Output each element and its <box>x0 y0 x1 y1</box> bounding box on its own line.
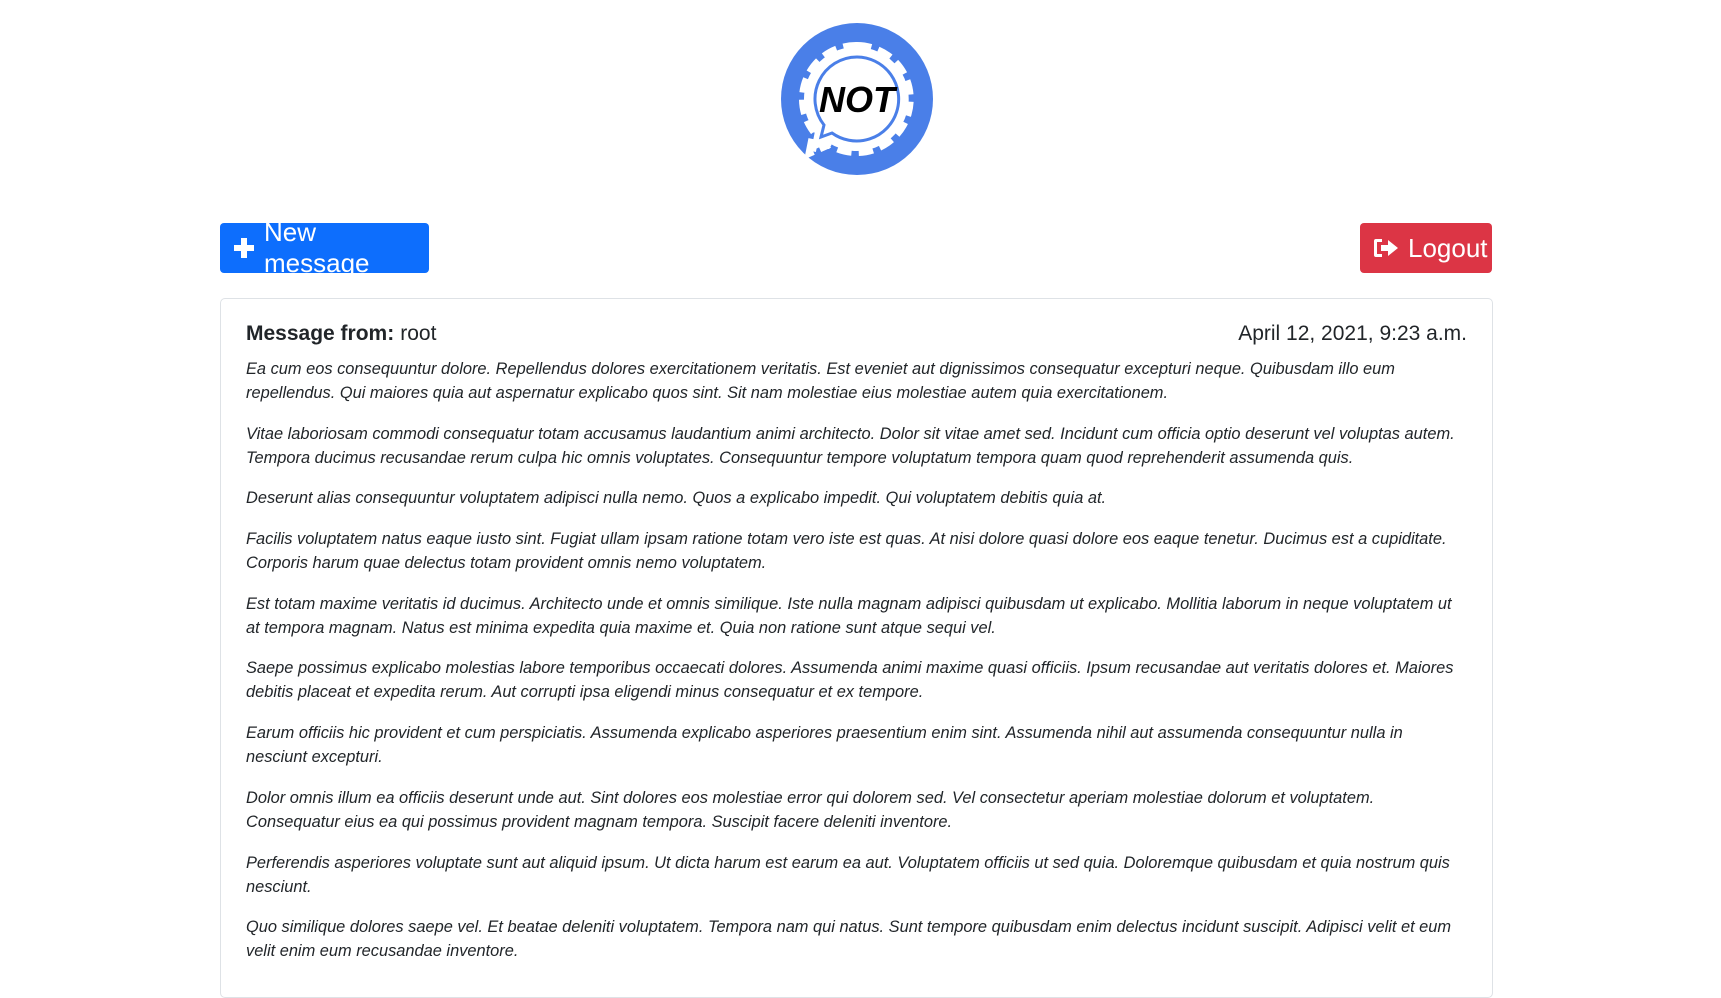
message-paragraph: Deserunt alias consequuntur voluptatem a… <box>246 489 1107 508</box>
new-message-label: New message <box>264 217 370 278</box>
sign-out-icon <box>1373 237 1399 259</box>
message-header: Message from: root April 12, 2021, 9:23 a… <box>246 319 1467 349</box>
message-paragraph: Saepe possimus explicabo molestias labor… <box>246 659 1454 702</box>
message-paragraph: Quo similique dolores saepe vel. Et beat… <box>246 918 1452 961</box>
message-paragraph: Perferendis asperiores voluptate sunt au… <box>246 853 1450 896</box>
message-paragraph: Est totam maxime veritatis id ducimus. A… <box>246 594 1452 637</box>
message-paragraph: Vitae laboriosam commodi consequatur tot… <box>246 424 1455 467</box>
from-value: root <box>400 322 437 345</box>
app-logo[interactable]: NOT <box>781 23 933 175</box>
plus-icon <box>233 237 255 259</box>
logo-text: NOT <box>819 79 898 120</box>
logout-label: Logout <box>1408 232 1488 263</box>
message-date: April 12, 2021, 9:23 a.m. <box>1238 322 1467 345</box>
message-paragraph: Dolor omnis illum ea officiis deserunt u… <box>246 788 1375 831</box>
message-paragraph: Earum officiis hic provident et cum pers… <box>246 724 1403 767</box>
header: NOT <box>0 0 1721 190</box>
new-message-button[interactable]: New message <box>220 217 429 278</box>
chat-bubble-logo-icon: NOT <box>781 23 933 175</box>
message-card: Message from: root April 12, 2021, 9:23 a… <box>220 298 1493 998</box>
from-label: Message from: <box>246 322 395 345</box>
message-paragraph: Ea cum eos consequuntur dolore. Repellen… <box>246 360 1395 402</box>
message-body: Ea cum eos consequuntur dolore. Repellen… <box>246 357 1467 980</box>
message-sender: Message from: root <box>246 322 436 346</box>
message-paragraph: Facilis voluptatem natus eaque iusto sin… <box>246 530 1447 573</box>
logout-button[interactable]: Logout <box>1360 223 1492 273</box>
